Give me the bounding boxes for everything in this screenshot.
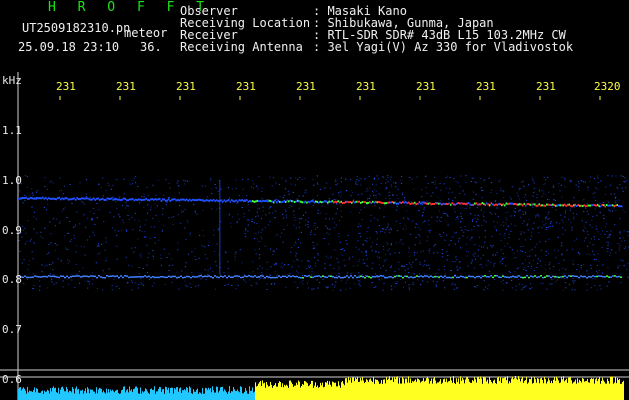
hrofft-screen: H R O F F T UT2509182310.pn meteor 25.09…: [0, 0, 629, 400]
y-tick: 1.1: [2, 124, 22, 137]
x-tick: 231: [296, 80, 316, 93]
plot-frame: [0, 72, 629, 400]
x-tick: 231: [476, 80, 496, 93]
frame-number: 36.: [140, 40, 162, 54]
x-tick: 231: [116, 80, 136, 93]
x-tick: 231: [416, 80, 436, 93]
y-tick: 0.6: [2, 373, 22, 386]
y-tick: 1.0: [2, 174, 22, 187]
antenna-label: Receiving Antenna: [180, 40, 303, 54]
x-tick: 231: [176, 80, 196, 93]
x-tick: 231: [356, 80, 376, 93]
x-tick: 2320: [594, 80, 621, 93]
x-tick: 231: [236, 80, 256, 93]
y-tick: 0.8: [2, 273, 22, 286]
axis-unit: kHz: [2, 74, 22, 87]
date-time: 25.09.18 23:10: [18, 40, 120, 54]
y-tick: 0.7: [2, 323, 22, 336]
file-name: UT2509182310.pn: [22, 21, 131, 35]
meteor-tag: meteor: [124, 26, 168, 40]
y-tick: 0.9: [2, 224, 22, 237]
x-tick: 231: [536, 80, 556, 93]
noise-field: [18, 175, 629, 291]
x-tick: 231: [56, 80, 76, 93]
signal-level-bars: [18, 376, 624, 400]
spectrogram-canvas: [0, 72, 629, 400]
antenna-value: : 3el Yagi(V) Az 330 for Vladivostok: [313, 40, 574, 54]
